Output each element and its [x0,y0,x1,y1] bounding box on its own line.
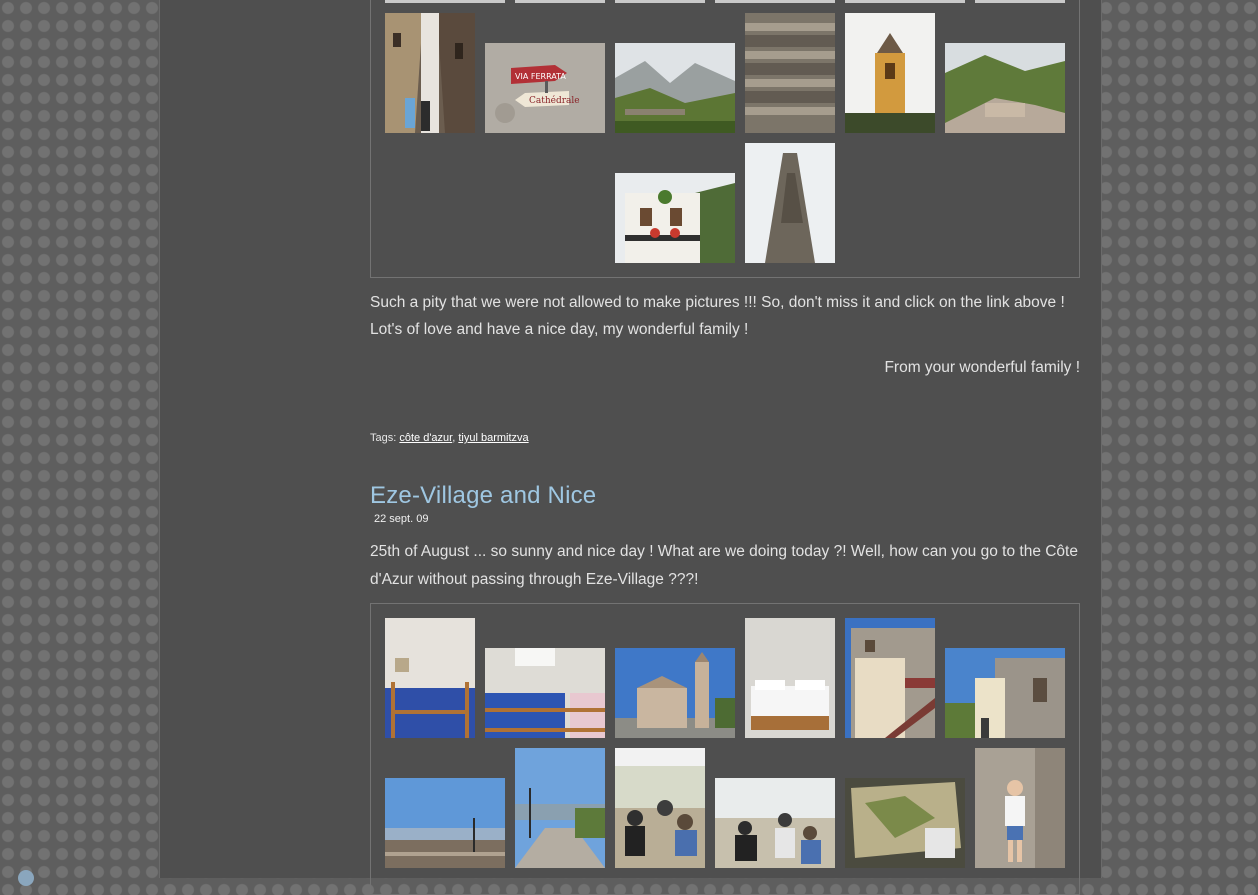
photo-bell-tower[interactable] [845,13,935,133]
photo-ruined-tower[interactable] [745,143,835,263]
svg-text:Cathédrale: Cathédrale [529,95,580,106]
photo-stone-house-stairs[interactable] [845,618,935,738]
photo-railway-track[interactable] [745,13,835,133]
photo-village-street[interactable] [945,648,1065,738]
tags-separator: , [452,432,456,444]
svg-text:VIA FERRATA: VIA FERRATA [515,72,566,81]
post2-title[interactable]: Eze-Village and Nice [370,482,596,510]
photo-two-beds[interactable] [485,648,605,738]
photo-road-lamp[interactable] [515,748,605,868]
photo-valley-viaduct[interactable] [615,43,735,133]
tags-label: Tags: [370,432,397,444]
post1-closing-line-2: Lot's of love and have a nice day, my wo… [370,321,749,338]
photo-sea-view[interactable] [385,778,505,868]
photo-house-flowers[interactable] [615,173,735,263]
photo-map-board[interactable] [845,778,965,868]
photo-group-outdoors[interactable] [715,778,835,868]
photo-girl-stone-wall[interactable] [975,748,1065,868]
photo-bunk-beds[interactable] [385,618,475,738]
post2-intro-line-2: d'Azur without passing through Eze-Villa… [370,571,699,588]
corner-dot-icon [18,870,34,886]
photo-via-ferrata-sign[interactable]: VIA FERRATA Cathédrale [485,43,605,133]
tag-link-cote-d-azur[interactable]: côte d'azur [399,432,452,444]
photo-alley-people[interactable] [385,13,475,133]
photo-group-shade[interactable] [615,748,705,868]
post1-closing-line-1: Such a pity that we were not allowed to … [370,294,1065,311]
photo-chapel[interactable] [615,648,735,738]
post1-signature: From your wonderful family ! [884,359,1080,376]
tag-link-tiyul-barmitzva[interactable]: tiyul barmitzva [458,432,528,444]
post2-date: 22 sept. 09 [374,513,429,525]
photo-double-bed[interactable] [745,618,835,738]
photo-village-panorama[interactable] [945,43,1065,133]
photo-gallery-2 [370,603,1080,895]
photo-gallery-1: VIA FERRATA Cathédrale [370,0,1080,278]
post1-tags: Tags: côte d'azur, tiyul barmitzva [370,432,529,444]
post2-intro-line-1: 25th of August ... so sunny and nice day… [370,543,1078,560]
